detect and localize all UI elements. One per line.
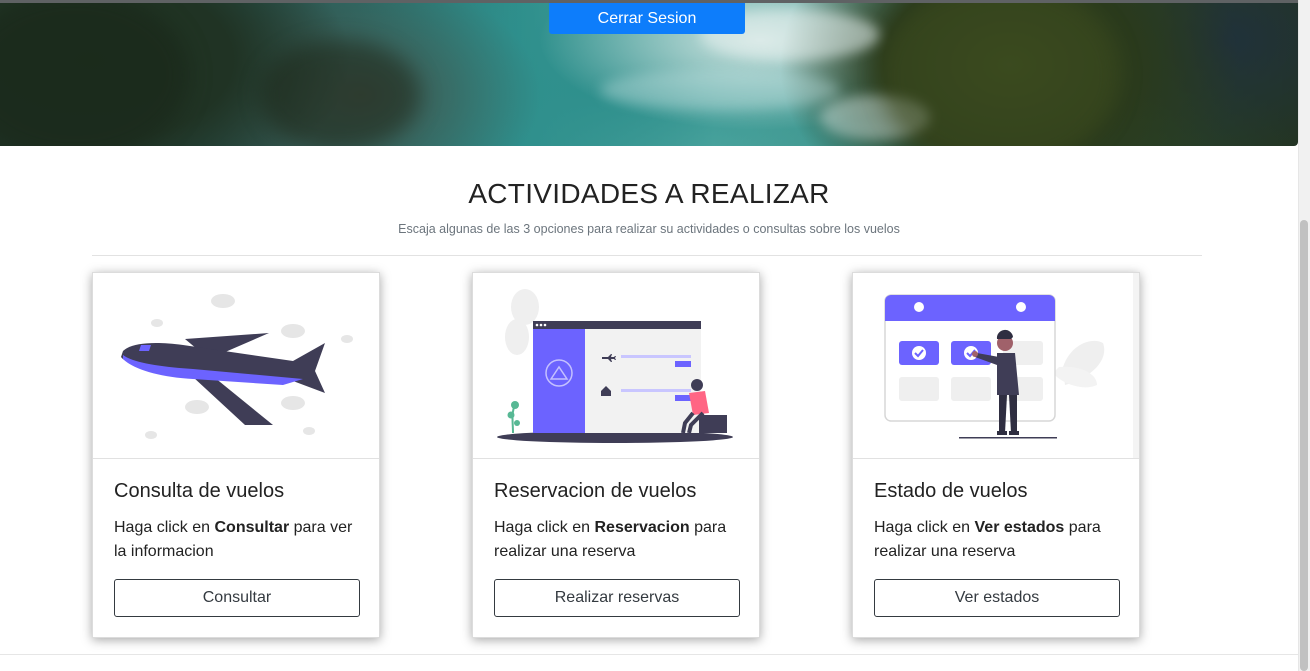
card-reservacion-vuelos: Reservacion de vuelos Haga click en Rese… [472,272,760,638]
card-text: Haga click en Reservacion para realizar … [494,519,727,560]
card-estado-vuelos: Estado de vuelos Haga click en Ver estad… [852,272,1140,638]
card-title: Consulta de vuelos [114,480,285,502]
booking-illustration [473,273,759,459]
bottom-divider [0,654,1298,655]
card-title: Estado de vuelos [874,480,1028,502]
section-divider [92,255,1202,256]
section-subtitle: Escaja algunas de las 3 opciones para re… [398,222,900,236]
logout-button[interactable]: Cerrar Sesion [549,3,745,34]
card-text: Haga click en Consultar para ver la info… [114,519,353,560]
airplane-icon [121,294,353,439]
airplane-illustration [93,273,379,459]
consultar-button[interactable]: Consultar [114,579,360,617]
ver-estados-button[interactable]: Ver estados [874,579,1120,617]
page: Cerrar Sesion ACTIVIDADES A REALIZAR Esc… [0,0,1310,671]
section-title: ACTIVIDADES A REALIZAR [468,178,830,209]
scrollbar-thumb[interactable] [1300,220,1308,671]
booking-icon [497,289,733,443]
card-title: Reservacion de vuelos [494,480,697,502]
card-text: Haga click en Ver estados para realizar … [874,519,1101,560]
calendar-illustration [853,273,1139,459]
card-consulta-vuelos: Consulta de vuelos Haga click en Consult… [92,272,380,638]
calendar-icon [884,273,1139,458]
realizar-reservas-button[interactable]: Realizar reservas [494,579,740,617]
